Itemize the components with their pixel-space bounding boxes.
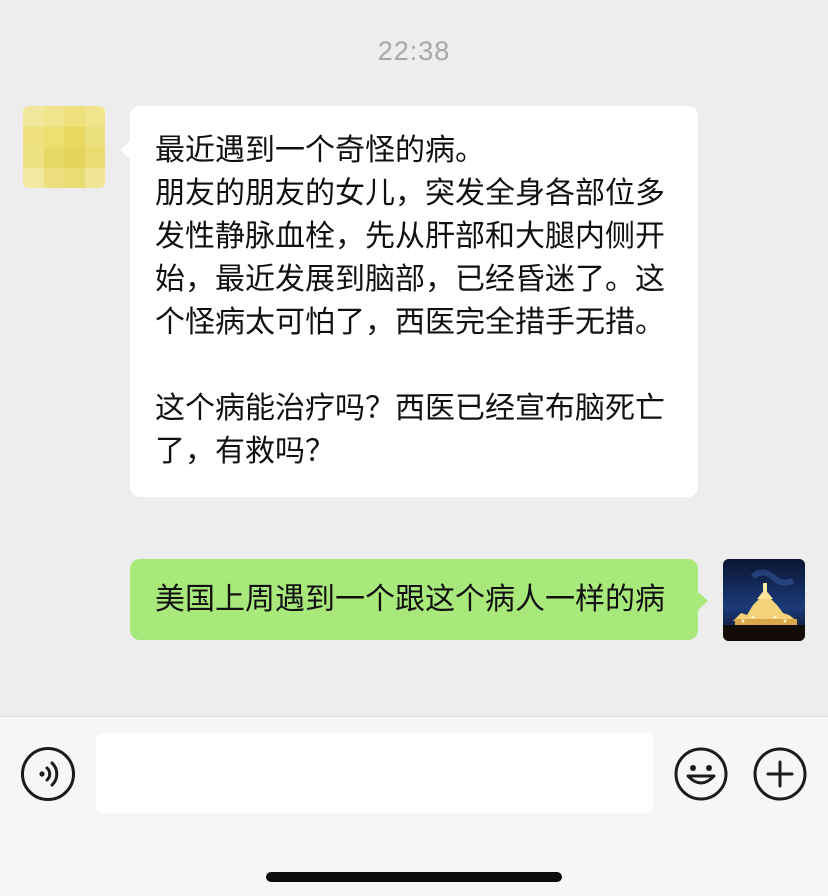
emoji-button[interactable] bbox=[673, 746, 729, 802]
voice-button[interactable] bbox=[21, 747, 75, 801]
incoming-message-bubble[interactable]: 最近遇到一个奇怪的病。 朋友的朋友的女儿，突发全身各部位多发性静脉血栓，先从肝部… bbox=[120, 106, 698, 497]
outgoing-message-bubble[interactable]: 美国上周遇到一个跟这个病人一样的病 bbox=[130, 559, 708, 640]
avatar[interactable] bbox=[23, 106, 105, 188]
temple-at-night-image bbox=[723, 559, 805, 641]
more-button[interactable] bbox=[752, 746, 808, 802]
plus-icon bbox=[753, 747, 807, 801]
pixelated-avatar-image bbox=[23, 106, 105, 188]
emoji-icon bbox=[674, 747, 728, 801]
home-indicator[interactable] bbox=[266, 872, 562, 882]
message-input[interactable] bbox=[96, 733, 653, 813]
avatar[interactable] bbox=[723, 559, 805, 641]
message-timestamp: 22:38 bbox=[377, 36, 451, 66]
input-bar bbox=[0, 716, 828, 896]
voice-icon bbox=[39, 761, 59, 787]
